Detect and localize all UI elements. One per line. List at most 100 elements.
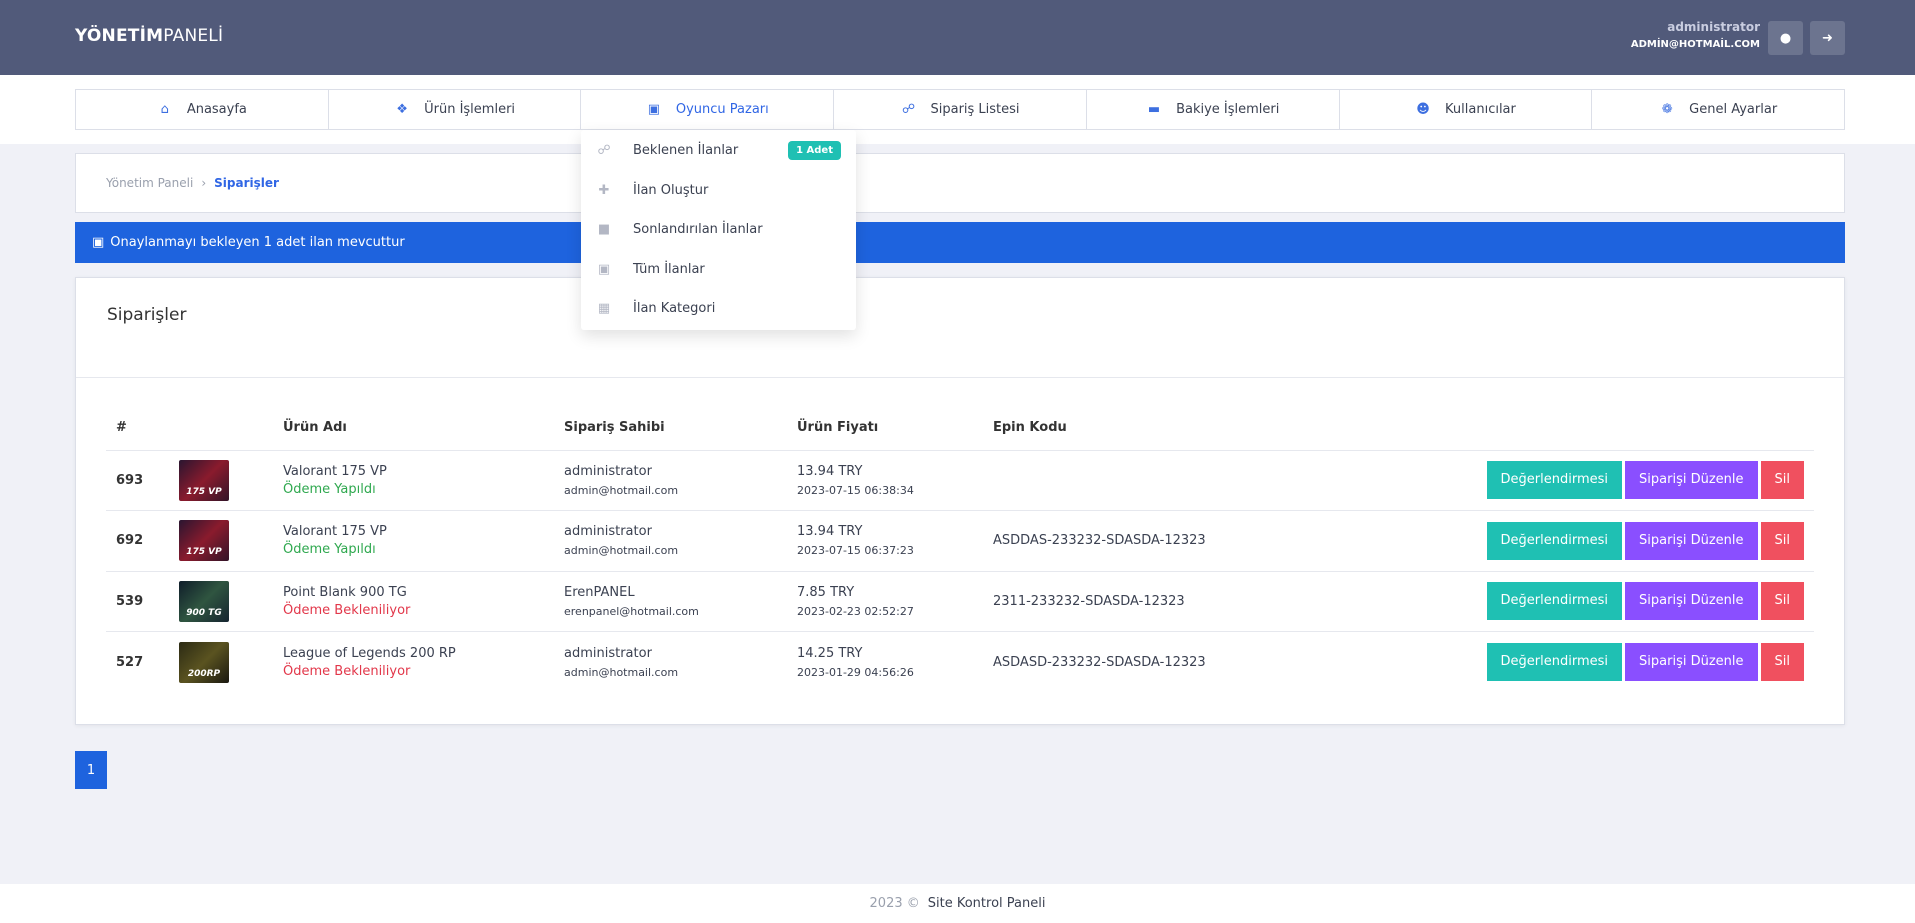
table-row: 692 175 VP Valorant 175 VP Ödeme Yapıldı…	[106, 510, 1814, 572]
order-date: 2023-02-23 02:52:27	[797, 604, 914, 618]
dropdown-label: Beklenen İlanlar	[633, 142, 739, 158]
epin-code: ASDDAS-233232-SDASDA-12323	[983, 510, 1383, 572]
column-header-image	[169, 405, 273, 451]
order-date: 2023-07-15 06:38:34	[797, 483, 914, 497]
nav-item-kullanicilar[interactable]: ☻ Kullanıcılar	[1340, 90, 1593, 129]
alert-text: Onaylanmayı bekleyen 1 adet ilan mevcutt…	[110, 235, 405, 250]
store-icon: ▣	[597, 261, 611, 277]
payment-status: Ödeme Bekleniliyor	[283, 602, 411, 618]
edit-order-button[interactable]: Siparişi Düzenle	[1625, 461, 1758, 500]
column-header-actions	[1383, 405, 1814, 451]
review-button[interactable]: Değerlendirmesi	[1486, 461, 1623, 500]
dropdown-item-ilan-olustur[interactable]: ✚ İlan Oluştur	[581, 171, 856, 209]
epin-code	[983, 450, 1383, 511]
product-thumbnail: 200RP	[179, 641, 229, 683]
card-title: Siparişler	[107, 305, 187, 325]
book-icon: ▦	[597, 300, 611, 316]
owner-name: administrator	[564, 463, 652, 479]
breadcrumb-current: Siparişler	[214, 176, 279, 190]
breadcrumb: Yönetim Paneli › Siparişler	[75, 153, 1845, 213]
table-row: 527 200RP League of Legends 200 RP Ödeme…	[106, 632, 1814, 693]
orders-card: Siparişler # Ürün Adı Sipariş Sahibi Ürü…	[75, 277, 1845, 725]
nav-label: Genel Ayarlar	[1689, 102, 1778, 117]
pagination-page-1[interactable]: 1	[75, 751, 107, 789]
order-id: 693	[106, 450, 169, 511]
order-id: 539	[106, 571, 169, 632]
dropdown-item-tum-ilanlar[interactable]: ▣ Tüm İlanlar	[581, 250, 856, 288]
breadcrumb-home[interactable]: Yönetim Paneli	[106, 176, 193, 190]
product-price: 14.25 TRY	[797, 645, 863, 661]
delete-button[interactable]: Sil	[1760, 461, 1804, 500]
nav-item-bakiye-islemleri[interactable]: ▬ Bakiye İşlemleri	[1087, 90, 1340, 129]
nav-item-genel-ayarlar[interactable]: ❁ Genel Ayarlar	[1592, 90, 1844, 129]
sign-out-icon: ➜	[1822, 30, 1833, 46]
table-header-row: # Ürün Adı Sipariş Sahibi Ürün Fiyatı Ep…	[106, 405, 1814, 451]
nav-item-siparis-listesi[interactable]: ☍ Sipariş Listesi	[834, 90, 1087, 129]
logout-button[interactable]: ➜	[1810, 21, 1845, 55]
owner-email: admin@hotmail.com	[564, 665, 679, 679]
gear-icon: ❁	[1661, 102, 1673, 117]
owner-name: ErenPANEL	[564, 584, 635, 600]
nav-item-urun-islemleri[interactable]: ❖ Ürün İşlemleri	[329, 90, 582, 129]
nav-label: Anasayfa	[186, 102, 247, 117]
nav-item-oyuncu-pazari[interactable]: ▣ Oyuncu Pazarı	[581, 90, 835, 129]
main-nav: ⌂ Anasayfa ❖ Ürün İşlemleri ▣ Oyuncu Paz…	[75, 89, 1845, 130]
dropdown-label: Sonlandırılan İlanlar	[633, 221, 763, 237]
dropdown-item-beklenen-ilanlar[interactable]: ☍ Beklenen İlanlar 1 Adet	[581, 131, 856, 169]
nav-bar: ⌂ Anasayfa ❖ Ürün İşlemleri ▣ Oyuncu Paz…	[0, 75, 1915, 144]
dropdown-item-ilan-kategori[interactable]: ▦ İlan Kategori	[581, 289, 856, 327]
dropdown-label: Tüm İlanlar	[633, 261, 705, 277]
owner-email: erenpanel@hotmail.com	[564, 604, 699, 618]
delete-button[interactable]: Sil	[1760, 582, 1804, 621]
payment-status: Ödeme Yapıldı	[283, 481, 376, 497]
owner-name: administrator	[564, 645, 652, 661]
cart-icon: ☍	[901, 102, 916, 117]
create-listing-icon: ✚	[598, 182, 610, 198]
nav-label: Oyuncu Pazarı	[675, 102, 769, 117]
column-header-id: #	[106, 405, 169, 451]
credit-card-icon: ▬	[1147, 102, 1161, 117]
profile-button[interactable]: ●	[1768, 21, 1803, 55]
product-price: 7.85 TRY	[797, 584, 855, 600]
delete-button[interactable]: Sil	[1760, 643, 1804, 681]
nav-label: Bakiye İşlemleri	[1176, 102, 1280, 117]
brand-light: PANELİ	[163, 26, 224, 46]
review-button[interactable]: Değerlendirmesi	[1486, 521, 1623, 560]
nav-label: Ürün İşlemleri	[424, 102, 516, 117]
brand-logo[interactable]: YÖNETİMPANELİ	[75, 26, 223, 46]
users-icon: ☻	[1416, 102, 1430, 117]
dropdown-label: İlan Kategori	[633, 300, 716, 316]
user-name: administrator	[1667, 20, 1760, 34]
store-icon: ▣	[647, 102, 660, 117]
user-info: administrator ADMİN@HOTMAİL.COM	[1631, 20, 1760, 50]
order-date: 2023-07-15 06:37:23	[797, 544, 914, 558]
breadcrumb-separator: ›	[201, 176, 207, 190]
review-button[interactable]: Değerlendirmesi	[1486, 582, 1623, 621]
pending-listings-alert[interactable]: ▣ Onaylanmayı bekleyen 1 adet ilan mevcu…	[75, 222, 1845, 263]
footer-year: 2023 ©	[869, 896, 920, 911]
dropdown-item-sonlandirilan-ilanlar[interactable]: ■ Sonlandırılan İlanlar	[581, 210, 856, 248]
brand-bold: YÖNETİM	[75, 26, 164, 46]
review-button[interactable]: Değerlendirmesi	[1486, 643, 1623, 681]
column-header-product: Ürün Adı	[273, 405, 554, 451]
store-icon: ▣	[92, 235, 105, 250]
edit-order-button[interactable]: Siparişi Düzenle	[1625, 643, 1758, 681]
product-thumbnail: 900 TG	[179, 580, 229, 622]
product-thumbnail: 175 VP	[179, 520, 229, 562]
tags-icon: ❖	[396, 102, 408, 117]
table-row: 693 175 VP Valorant 175 VP Ödeme Yapıldı…	[106, 450, 1814, 511]
epin-code: ASDASD-233232-SDASDA-12323	[993, 654, 1206, 670]
edit-order-button[interactable]: Siparişi Düzenle	[1625, 521, 1758, 560]
order-date: 2023-01-29 04:56:26	[797, 665, 914, 679]
nav-label: Sipariş Listesi	[930, 102, 1020, 117]
user-icon: ●	[1779, 30, 1792, 46]
nav-item-anasayfa[interactable]: ⌂ Anasayfa	[76, 90, 329, 129]
footer-site-link[interactable]: Site Kontrol Paneli	[928, 896, 1046, 911]
product-thumbnail: 175 VP	[179, 459, 229, 501]
delete-button[interactable]: Sil	[1760, 521, 1804, 560]
column-header-epin: Epin Kodu	[983, 405, 1383, 451]
divider	[76, 377, 1844, 378]
home-icon: ⌂	[160, 102, 169, 117]
edit-order-button[interactable]: Siparişi Düzenle	[1625, 582, 1758, 621]
oyuncu-pazari-dropdown: ☍ Beklenen İlanlar 1 Adet ✚ İlan Oluştur…	[581, 130, 856, 330]
